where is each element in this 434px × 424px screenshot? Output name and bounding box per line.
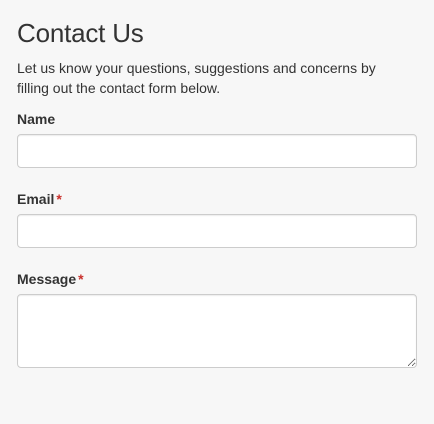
name-label-text: Name xyxy=(17,111,56,127)
email-label-text: Email xyxy=(17,191,55,207)
message-field-group: Message * xyxy=(17,270,417,368)
message-label: Message * xyxy=(17,270,417,288)
page-title: Contact Us xyxy=(17,18,144,48)
email-required-marker: * xyxy=(56,191,62,207)
message-required-marker: * xyxy=(78,271,84,287)
message-textarea[interactable] xyxy=(17,294,417,368)
name-label: Name xyxy=(17,110,417,128)
email-field-group: Email * xyxy=(17,190,417,248)
email-input[interactable] xyxy=(17,214,417,248)
intro-text: Let us know your questions, suggestions … xyxy=(17,60,376,96)
message-label-text: Message xyxy=(17,271,77,287)
email-label: Email * xyxy=(17,190,417,208)
name-field-group: Name xyxy=(17,110,417,168)
name-input[interactable] xyxy=(17,134,417,168)
contact-page: Contact Us Let us know your questions, s… xyxy=(0,0,434,424)
